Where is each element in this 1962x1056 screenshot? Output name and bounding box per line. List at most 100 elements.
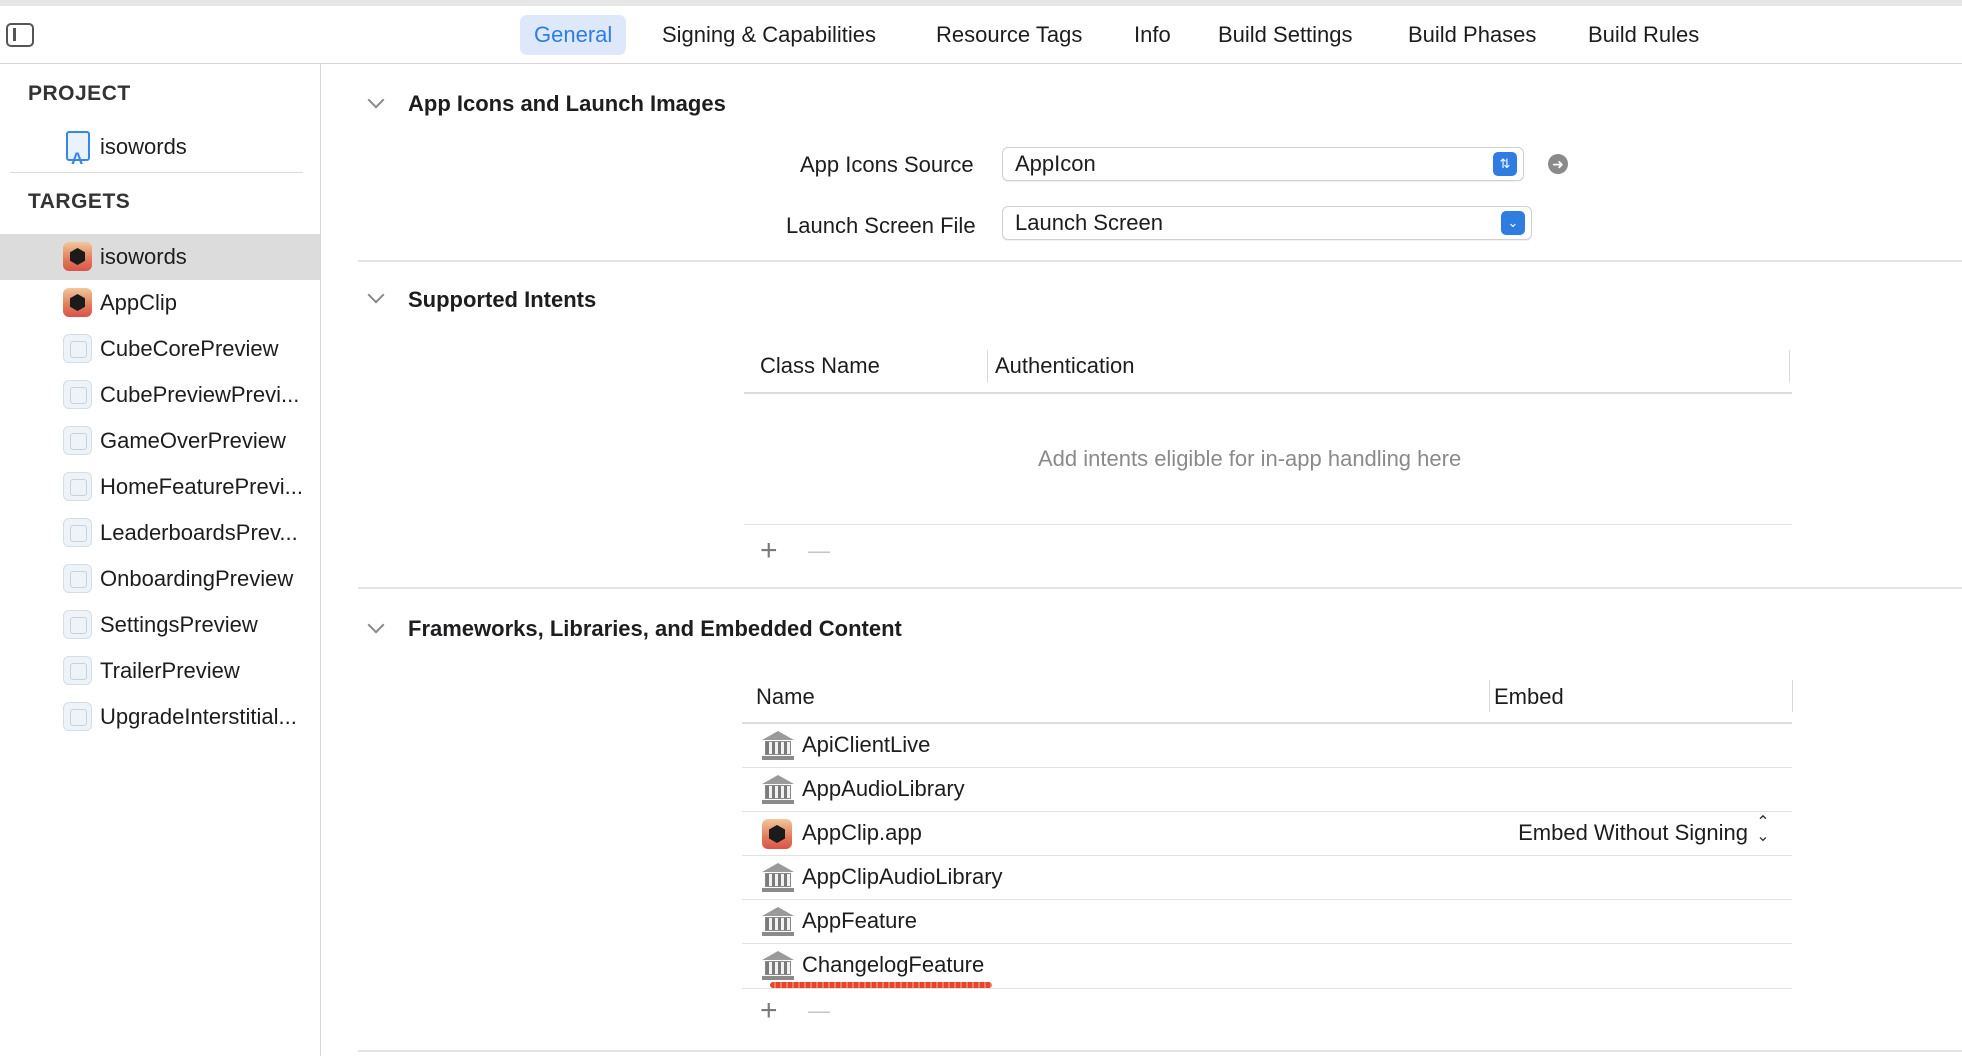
tab-build-rules[interactable]: Build Rules — [1574, 15, 1713, 55]
table-row[interactable]: ApiClientLive — [742, 724, 1792, 768]
table-bottom-divider — [744, 524, 1792, 525]
sidebar-toggle-icon[interactable] — [6, 23, 34, 47]
table-row[interactable]: AppClipAudioLibrary — [742, 856, 1792, 900]
app-icon — [762, 819, 792, 849]
sidebar-item-target[interactable]: GameOverPreview — [0, 418, 320, 464]
section-separator — [358, 587, 1962, 589]
sidebar-item-target[interactable]: UpgradeInterstitial... — [0, 694, 320, 740]
go-to-arrow-icon[interactable]: ➜ — [1548, 154, 1568, 174]
framework-name: AppAudioLibrary — [802, 776, 965, 801]
frameworks-section-title: Frameworks, Libraries, and Embedded Cont… — [408, 616, 902, 641]
sidebar-item-label: HomeFeaturePrevi... — [100, 474, 303, 499]
library-icon — [762, 907, 794, 937]
column-separator — [1792, 680, 1793, 712]
table-row[interactable]: AppAudioLibrary — [742, 768, 1792, 812]
sidebar-item-target[interactable]: CubeCorePreview — [0, 326, 320, 372]
framework-name: AppClipAudioLibrary — [802, 864, 1003, 889]
section-separator — [358, 260, 1962, 262]
row-divider — [742, 988, 1792, 989]
remove-intent-button[interactable]: — — [808, 536, 830, 566]
collapse-chevron-icon[interactable] — [367, 616, 385, 634]
sidebar-item-target[interactable]: isowords — [0, 234, 320, 280]
tab-resource-tags[interactable]: Resource Tags — [922, 15, 1096, 55]
framework-name: AppClip.app — [802, 820, 922, 845]
library-icon — [762, 863, 794, 893]
supported-intents-section-title: Supported Intents — [408, 287, 597, 312]
preview-target-icon — [63, 380, 92, 409]
sidebar-divider — [10, 172, 303, 173]
tab-signing-capabilities[interactable]: Signing & Capabilities — [648, 15, 890, 55]
sidebar-item-label: AppClip — [100, 290, 178, 315]
sidebar-item-label: UpgradeInterstitial... — [100, 704, 297, 729]
tab-build-phases[interactable]: Build Phases — [1394, 15, 1550, 55]
preview-target-icon — [63, 656, 92, 685]
sidebar-item-label: GameOverPreview — [100, 428, 286, 453]
tab-build-settings[interactable]: Build Settings — [1204, 15, 1367, 55]
sidebar-item-target[interactable]: OnboardingPreview — [0, 556, 320, 602]
collapse-chevron-icon[interactable] — [367, 91, 385, 109]
sidebar-item-target[interactable]: HomeFeaturePrevi... — [0, 464, 320, 510]
preview-target-icon — [63, 610, 92, 639]
sidebar-item-target[interactable]: AppClip — [0, 280, 320, 326]
popup-stepper-icon: ⇅ — [1493, 152, 1517, 176]
app-icons-section-title: App Icons and Launch Images — [408, 91, 726, 116]
preview-target-icon — [63, 564, 92, 593]
app-target-icon — [63, 242, 92, 271]
sidebar-item-target[interactable]: TrailerPreview — [0, 648, 320, 694]
app-icons-source-label: App Icons Source — [800, 152, 974, 177]
preview-target-icon — [63, 518, 92, 547]
column-separator — [987, 350, 988, 382]
sidebar-item-target[interactable]: SettingsPreview — [0, 602, 320, 648]
add-framework-button[interactable]: + — [760, 996, 778, 1026]
add-intent-button[interactable]: + — [760, 536, 778, 566]
frameworks-column-name[interactable]: Name — [756, 684, 815, 710]
sidebar-item-target[interactable]: CubePreviewPrevi... — [0, 372, 320, 418]
embed-option-popup[interactable]: Embed Without Signing — [1518, 820, 1748, 846]
preview-target-icon — [63, 472, 92, 501]
app-icons-source-popup[interactable]: AppIcon ⇅ — [1002, 147, 1524, 181]
table-row[interactable]: AppFeature — [742, 900, 1792, 944]
section-separator — [358, 1050, 1962, 1052]
preview-target-icon — [63, 702, 92, 731]
collapse-chevron-icon[interactable] — [367, 286, 385, 304]
sidebar-item-label: LeaderboardsPrev... — [100, 520, 298, 545]
sidebar-item-label: OnboardingPreview — [100, 566, 294, 591]
sidebar-item-label: SettingsPreview — [100, 612, 258, 637]
table-row[interactable]: AppClip.app Embed Without Signing ⌃ ⌄ — [742, 812, 1792, 856]
intents-empty-message: Add intents eligible for in-app handling… — [1038, 446, 1462, 471]
tab-general[interactable]: General — [520, 15, 627, 55]
stepper-icon: ⌃ ⌄ — [1756, 814, 1770, 845]
launch-screen-combo[interactable]: Launch Screen ⌄ — [1002, 206, 1532, 240]
preview-target-icon — [63, 334, 92, 363]
targets-section-header: TARGETS — [28, 190, 131, 213]
project-target-sidebar: PROJECT isowords TARGETS isowords AppCli… — [0, 64, 321, 1056]
xcode-project-icon — [66, 131, 90, 182]
sidebar-item-label: TrailerPreview — [100, 658, 240, 683]
framework-name: ChangelogFeature — [802, 952, 985, 977]
intents-column-authentication[interactable]: Authentication — [995, 353, 1134, 379]
project-section-header: PROJECT — [28, 82, 131, 105]
frameworks-column-embed[interactable]: Embed — [1494, 684, 1564, 710]
intents-column-class-name[interactable]: Class Name — [760, 353, 880, 379]
sidebar-item-label: isowords — [100, 134, 187, 159]
column-separator — [1789, 350, 1790, 382]
library-icon — [762, 775, 794, 805]
table-header-divider — [744, 392, 1792, 394]
library-icon — [762, 731, 794, 761]
app-target-icon — [63, 288, 92, 317]
editor-tab-bar: General Signing & Capabilities Resource … — [0, 6, 1962, 64]
library-icon — [762, 951, 794, 981]
framework-name: AppFeature — [802, 908, 917, 933]
remove-framework-button[interactable]: — — [808, 996, 830, 1026]
sidebar-item-label: isowords — [100, 244, 187, 269]
general-settings-pane: App Icons and Launch Images App Icons So… — [322, 64, 1962, 1056]
sidebar-item-project[interactable]: isowords — [0, 124, 320, 182]
launch-screen-value: Launch Screen — [1015, 210, 1163, 235]
tab-info[interactable]: Info — [1120, 15, 1185, 55]
column-separator — [1489, 680, 1490, 712]
sidebar-item-target[interactable]: LeaderboardsPrev... — [0, 510, 320, 556]
sidebar-item-label: CubePreviewPrevi... — [100, 382, 300, 407]
chevron-down-icon: ⌄ — [1501, 211, 1525, 235]
framework-name: ApiClientLive — [802, 732, 931, 757]
app-icons-source-value: AppIcon — [1015, 151, 1096, 176]
